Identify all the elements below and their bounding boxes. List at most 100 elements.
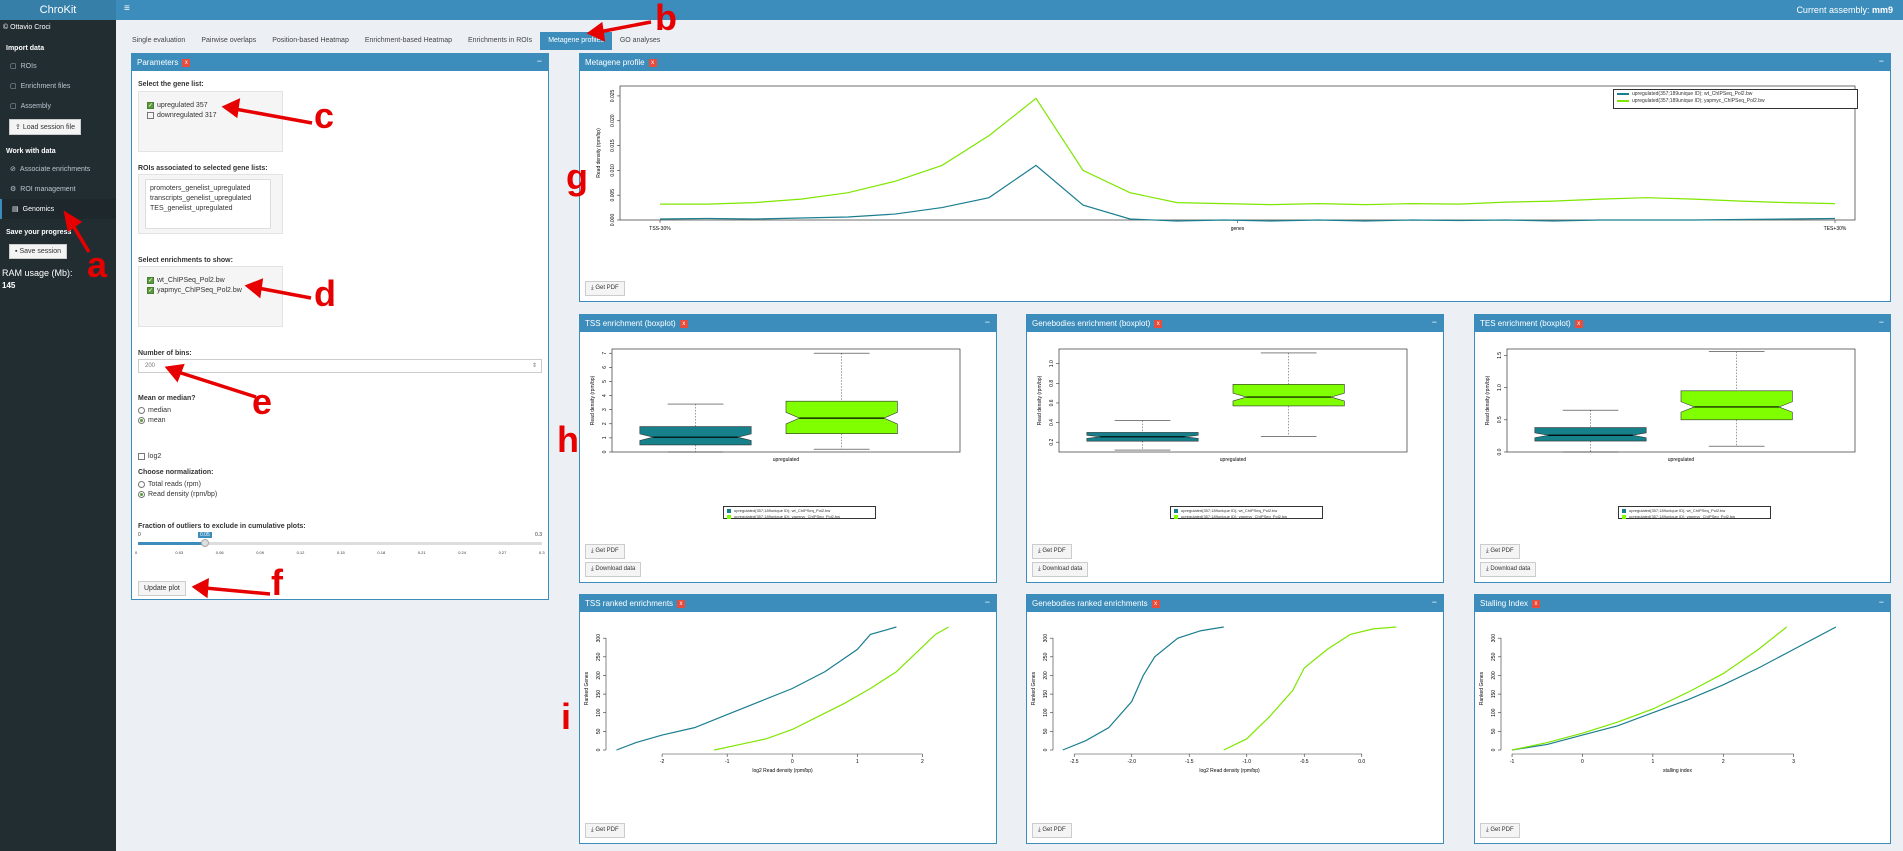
menu-toggle-icon[interactable]: ≡ <box>124 3 130 14</box>
radio-selected-icon <box>138 417 145 424</box>
minimize-icon[interactable]: − <box>1879 56 1884 66</box>
download-data-button[interactable]: ⤓ Download data <box>585 562 642 577</box>
y-tick-label: 0.8 <box>1049 380 1055 387</box>
y-tick-label: 0 <box>1491 748 1497 751</box>
close-icon[interactable]: x <box>648 58 657 67</box>
sidebar-item-associate-enrichments[interactable]: ⊘ Associate enrichments <box>0 159 116 179</box>
close-icon[interactable]: x <box>1532 599 1541 608</box>
stalling-index-header: Stalling Index x − <box>1475 595 1890 612</box>
minimize-icon[interactable]: − <box>1879 597 1884 607</box>
get-pdf-button[interactable]: ⤓ Get PDF <box>1480 823 1520 838</box>
y-tick-label: 3 <box>602 408 608 411</box>
bins-label: Number of bins: <box>138 350 192 357</box>
annotation-label: h <box>557 419 579 460</box>
series-line <box>660 97 1836 206</box>
y-tick-label: 4 <box>602 394 608 397</box>
radio-label: mean <box>148 417 166 424</box>
save-progress-header: Save your progress <box>6 229 72 236</box>
radio-label: median <box>148 407 171 414</box>
notched-box <box>639 426 752 446</box>
minimize-icon[interactable]: − <box>537 56 542 66</box>
get-pdf-button[interactable]: ⤓ Get PDF <box>1480 544 1520 559</box>
roi-item: TES_genelist_upregulated <box>150 205 233 212</box>
upload-icon: ⇪ <box>15 124 21 131</box>
close-icon[interactable]: x <box>677 599 686 608</box>
update-plot-button[interactable]: Update plot <box>138 581 186 596</box>
radio-median[interactable]: median <box>138 407 171 414</box>
gene-list-checkbox-downregulated[interactable]: downregulated 317 <box>147 112 217 119</box>
enrichments-well: ✓ wt_ChIPSeq_Pol2.bw ✓ yapmyc_ChIPSeq_Pol2… <box>138 266 283 327</box>
legend-swatch <box>727 514 731 519</box>
x-tick-label: TSS-30% <box>649 226 671 232</box>
tab-metagene-profiles[interactable]: Metagene profiles <box>540 32 612 50</box>
tab-position-heatmap[interactable]: Position-based Heatmap <box>264 32 357 50</box>
tab-single-evaluation[interactable]: Single evaluation <box>124 32 193 50</box>
sidebar-item-assembly[interactable]: ▢ Assembly <box>0 96 116 116</box>
x-tick-label: -1 <box>725 759 730 765</box>
get-pdf-button[interactable]: ⤓ Get PDF <box>1032 823 1072 838</box>
tab-pairwise-overlaps[interactable]: Pairwise overlaps <box>193 32 264 50</box>
sidebar-item-enrichment-files[interactable]: ▢ Enrichment files <box>0 76 116 96</box>
sidebar-item-rois[interactable]: ▢ ROIs <box>0 56 116 76</box>
rois-label: ROIs associated to selected gene lists: <box>138 165 268 172</box>
download-data-button[interactable]: ⤓ Download data <box>1480 562 1537 577</box>
tab-enrichments-in-rois[interactable]: Enrichments in ROIs <box>460 32 540 50</box>
minimize-icon[interactable]: − <box>1879 317 1884 327</box>
enrichment-checkbox-wt[interactable]: ✓ wt_ChIPSeq_Pol2.bw <box>147 277 242 284</box>
enrichments-label: Select enrichments to show: <box>138 257 233 264</box>
button-label: Download data <box>1490 566 1531 572</box>
get-pdf-button[interactable]: ⤓ Get PDF <box>585 823 625 838</box>
sidebar-item-roi-management[interactable]: ⚙ ROI management <box>0 179 116 199</box>
x-tick-label: 2 <box>921 759 924 765</box>
series-line <box>1511 626 1837 751</box>
assembly-value: mm9 <box>1871 5 1893 15</box>
sidebar-item-genomics[interactable]: ▤ Genomics <box>0 199 116 219</box>
y-tick-label: 0.6 <box>1049 399 1055 406</box>
slider-handle[interactable] <box>201 539 210 547</box>
app-logo[interactable]: ChroKit <box>0 0 116 20</box>
slider-tick-label: 0.09 <box>256 550 264 555</box>
x-tick-label: 3 <box>1792 759 1795 765</box>
get-pdf-button[interactable]: ⤓ Get PDF <box>585 281 625 296</box>
notched-box <box>1534 427 1647 442</box>
save-session-button[interactable]: ▪ Save session <box>9 244 68 259</box>
get-pdf-button[interactable]: ⤓ Get PDF <box>585 544 625 559</box>
radio-read-density[interactable]: Read density (rpm/bp) <box>138 491 217 498</box>
close-icon[interactable]: x <box>679 319 688 328</box>
x-tick-label: 1 <box>856 759 859 765</box>
download-icon: ⤓ <box>1038 827 1041 833</box>
y-axis-label: Read density (rpm/bp) <box>1037 375 1043 425</box>
radio-total-reads[interactable]: Total reads (rpm) <box>138 481 217 488</box>
stalling-index-panel: Stalling Index x − 0 50 100 150 200 250 300 -1 0 1 2… <box>1474 594 1891 844</box>
slider-tick-label: 0.21 <box>417 550 426 555</box>
download-data-button[interactable]: ⤓ Download data <box>1032 562 1089 577</box>
load-session-button[interactable]: ⇪ Load session file <box>9 119 81 135</box>
spinner-icon[interactable]: ⇕ <box>532 362 537 369</box>
notched-box <box>1232 384 1345 407</box>
minimize-icon[interactable]: − <box>1432 597 1437 607</box>
close-icon[interactable]: x <box>1574 319 1583 328</box>
y-tick-label: 0.0 <box>1497 448 1503 455</box>
minimize-icon[interactable]: − <box>985 597 990 607</box>
close-icon[interactable]: x <box>1154 319 1163 328</box>
close-icon[interactable]: x <box>182 58 191 67</box>
metagene-panel: Metagene profile x − 0.000 0.005 0.010 0.015 0… <box>579 53 1891 302</box>
legend-label: upregulated(357;189unique ID); yapmyc_Ch… <box>1629 514 1736 519</box>
bins-input[interactable]: 200 ⇕ <box>138 359 542 373</box>
get-pdf-button[interactable]: ⤓ Get PDF <box>1032 544 1072 559</box>
close-icon[interactable]: x <box>1151 599 1160 608</box>
sidebar-item-label: ROIs <box>20 62 37 70</box>
minimize-icon[interactable]: − <box>985 317 990 327</box>
annotation-label: f <box>271 562 283 603</box>
y-tick-label: 1.5 <box>1497 352 1503 359</box>
enrichment-checkbox-yapmyc[interactable]: ✓ yapmyc_ChIPSeq_Pol2.bw <box>147 287 242 294</box>
y-tick-label: 1.0 <box>1497 384 1503 391</box>
outliers-slider[interactable]: 0 0.3 0.05 0 0.03 0.06 0.09 0.12 0.15 0.18 0.21… <box>135 532 545 562</box>
y-tick-label: 150 <box>1043 690 1049 699</box>
log2-checkbox[interactable]: log2 <box>138 453 161 460</box>
rois-list: promoters_genelist_upregulated transcrip… <box>145 179 271 229</box>
minimize-icon[interactable]: − <box>1432 317 1437 327</box>
tab-enrichment-heatmap[interactable]: Enrichment-based Heatmap <box>357 32 460 50</box>
gene-list-checkbox-upregulated[interactable]: ✓ upregulated 357 <box>147 102 217 109</box>
radio-mean[interactable]: mean <box>138 417 171 424</box>
